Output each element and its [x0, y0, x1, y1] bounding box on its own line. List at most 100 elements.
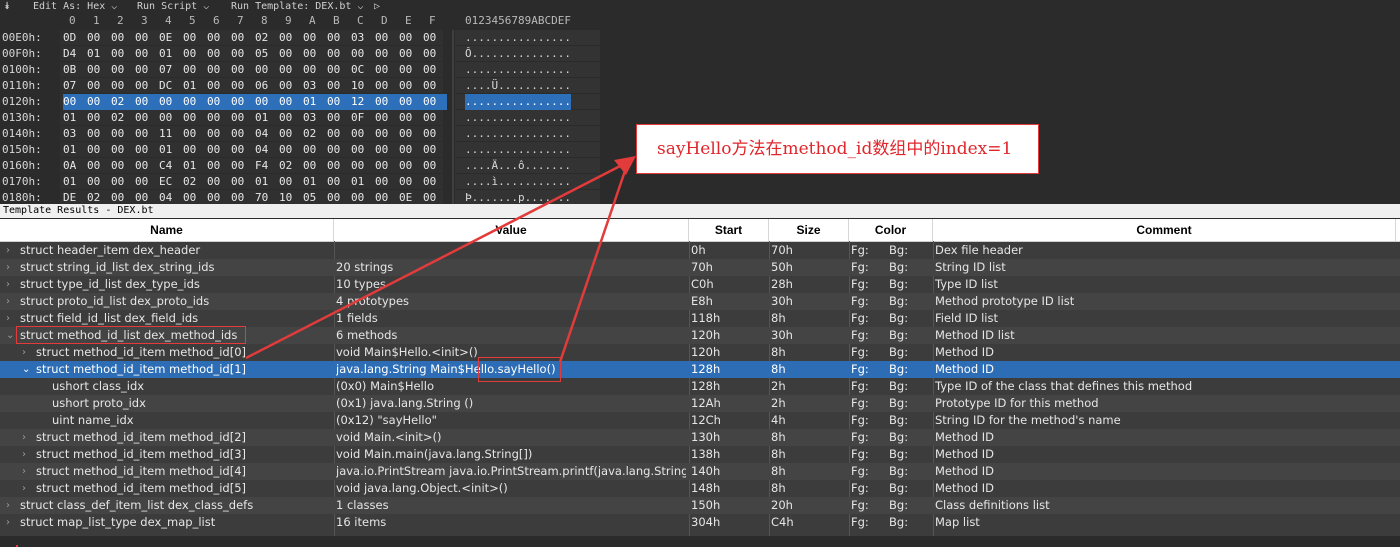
hex-byte[interactable]: 01	[183, 78, 205, 94]
ascii-text[interactable]: ................	[465, 126, 571, 142]
hex-byte[interactable]: 01	[159, 142, 181, 158]
hex-byte[interactable]: 00	[231, 62, 253, 78]
hex-byte[interactable]: 11	[159, 126, 181, 142]
hex-byte[interactable]: 00	[423, 174, 445, 190]
hex-byte[interactable]: 00	[135, 174, 157, 190]
hex-byte[interactable]: 04	[255, 126, 277, 142]
hex-byte[interactable]: 00	[327, 174, 349, 190]
table-row[interactable]: › struct header_item dex_header 0h 70h Fg: Bg…	[0, 242, 1400, 259]
table-row[interactable]: ushort class_idx (0x0) Main$Hello 128h 2h Fg…	[0, 378, 1400, 395]
hex-byte[interactable]: 00	[207, 126, 229, 142]
hex-byte[interactable]: 02	[183, 174, 205, 190]
ascii-text[interactable]: ................	[465, 30, 571, 46]
hex-byte[interactable]: 00	[207, 158, 229, 174]
hex-byte[interactable]: 03	[303, 78, 325, 94]
hex-byte[interactable]: 05	[255, 46, 277, 62]
hex-byte[interactable]: D4	[63, 46, 85, 62]
hex-byte[interactable]: 00	[183, 46, 205, 62]
hex-byte[interactable]: 00	[375, 30, 397, 46]
hex-byte[interactable]: 0B	[63, 62, 85, 78]
hex-byte[interactable]: 00	[279, 46, 301, 62]
table-row[interactable]: › struct type_id_list dex_type_ids 10 type…	[0, 276, 1400, 293]
hex-byte[interactable]: 00	[423, 94, 447, 110]
hex-byte[interactable]: 02	[87, 190, 109, 204]
hex-byte[interactable]: 00	[207, 94, 231, 110]
hex-byte[interactable]: 00	[183, 190, 205, 204]
hex-byte[interactable]: 01	[63, 110, 85, 126]
hex-byte[interactable]: 00	[87, 126, 109, 142]
hex-byte[interactable]: 00	[207, 174, 229, 190]
hex-byte[interactable]: 00	[399, 110, 421, 126]
table-row[interactable]: › struct class_def_item_list dex_class_de…	[0, 497, 1400, 514]
expand-chevron-icon[interactable]: ›	[6, 259, 10, 276]
hex-byte[interactable]: 00	[375, 158, 397, 174]
hex-byte[interactable]: 00	[423, 78, 445, 94]
hex-byte[interactable]: 0C	[351, 62, 373, 78]
hex-byte[interactable]: 00	[207, 78, 229, 94]
hex-byte[interactable]: 0D	[63, 30, 85, 46]
expand-chevron-icon[interactable]: ›	[22, 429, 26, 446]
hex-byte[interactable]: 00	[279, 142, 301, 158]
table-row[interactable]: › struct method_id_item method_id[4] java.…	[0, 463, 1400, 480]
hex-byte[interactable]: 00	[399, 46, 421, 62]
run-template-menu[interactable]: Run Template: DEX.bt ⌵	[231, 0, 363, 13]
hex-byte[interactable]: 02	[255, 30, 277, 46]
hex-byte[interactable]: 00	[183, 62, 205, 78]
hex-byte[interactable]: 0F	[351, 110, 373, 126]
expand-chevron-icon[interactable]: ›	[22, 480, 26, 497]
hex-byte[interactable]: 00	[423, 158, 445, 174]
hex-byte[interactable]: 00	[159, 110, 181, 126]
hex-byte[interactable]: 00	[63, 94, 87, 110]
hex-byte[interactable]: 00	[399, 94, 423, 110]
hex-byte[interactable]: 00	[279, 62, 301, 78]
hex-byte[interactable]: 00	[327, 142, 349, 158]
collapse-chevron-icon[interactable]: ⌄	[22, 361, 30, 378]
hex-byte[interactable]: 07	[63, 78, 85, 94]
table-row[interactable]: › struct method_id_item method_id[3] void …	[0, 446, 1400, 463]
col-color-header[interactable]: Color	[849, 219, 933, 241]
expand-chevron-icon[interactable]: ›	[22, 446, 26, 463]
hex-byte[interactable]: 00	[327, 158, 349, 174]
hex-byte[interactable]: 10	[279, 190, 301, 204]
ascii-text[interactable]: ....Ä...ô.......	[465, 158, 571, 174]
hex-byte[interactable]: 00	[135, 126, 157, 142]
play-icon[interactable]: ▷	[374, 0, 380, 13]
hex-byte[interactable]: 00	[303, 142, 325, 158]
ascii-text[interactable]: ................	[465, 62, 571, 78]
hex-byte[interactable]: 00	[375, 94, 399, 110]
hex-byte[interactable]: 00	[87, 62, 109, 78]
hex-byte[interactable]: 00	[399, 30, 421, 46]
hex-byte[interactable]: 00	[135, 190, 157, 204]
hex-byte[interactable]: 00	[327, 62, 349, 78]
hex-byte[interactable]: 00	[231, 158, 253, 174]
hex-byte[interactable]: 00	[327, 126, 349, 142]
hex-byte[interactable]: 00	[423, 62, 445, 78]
hex-byte[interactable]: 12	[351, 94, 375, 110]
hex-row[interactable]: 0180h: DE 02 00 00 04 00 00 00 70 10 05 00 00 00 0E 00 Þ.…	[0, 190, 1400, 204]
ascii-text[interactable]: ................	[465, 94, 571, 110]
hex-byte[interactable]: 00	[111, 46, 133, 62]
hex-byte[interactable]: 00	[351, 190, 373, 204]
hex-byte[interactable]: 00	[279, 126, 301, 142]
hex-byte[interactable]: 00	[207, 142, 229, 158]
hex-byte[interactable]: 00	[111, 126, 133, 142]
expand-chevron-icon[interactable]: ›	[6, 242, 10, 259]
hex-byte[interactable]: 00	[399, 126, 421, 142]
edit-as-menu[interactable]: Edit As: Hex ⌵	[33, 0, 117, 13]
hex-byte[interactable]: 03	[351, 30, 373, 46]
hex-byte[interactable]: 00	[87, 142, 109, 158]
expand-chevron-icon[interactable]: ›	[22, 463, 26, 480]
table-row[interactable]: › struct method_id_item method_id[0] void …	[0, 344, 1400, 361]
hex-byte[interactable]: 00	[351, 46, 373, 62]
hex-byte[interactable]: 00	[279, 174, 301, 190]
hex-byte[interactable]: 01	[159, 46, 181, 62]
table-row[interactable]: › struct method_id_item method_id[5] void …	[0, 480, 1400, 497]
hex-byte[interactable]: 10	[351, 78, 373, 94]
hex-byte[interactable]: 00	[255, 62, 277, 78]
hex-byte[interactable]: 00	[111, 30, 133, 46]
hex-row[interactable]: 0110h: 07 00 00 00 DC 01 00 00 06 00 03 00 10 00 00 00..…	[0, 78, 1400, 94]
hex-byte[interactable]: 01	[63, 142, 85, 158]
col-start-header[interactable]: Start	[689, 219, 769, 241]
expand-chevron-icon[interactable]: ›	[6, 276, 10, 293]
col-comment-header[interactable]: Comment	[933, 219, 1396, 241]
